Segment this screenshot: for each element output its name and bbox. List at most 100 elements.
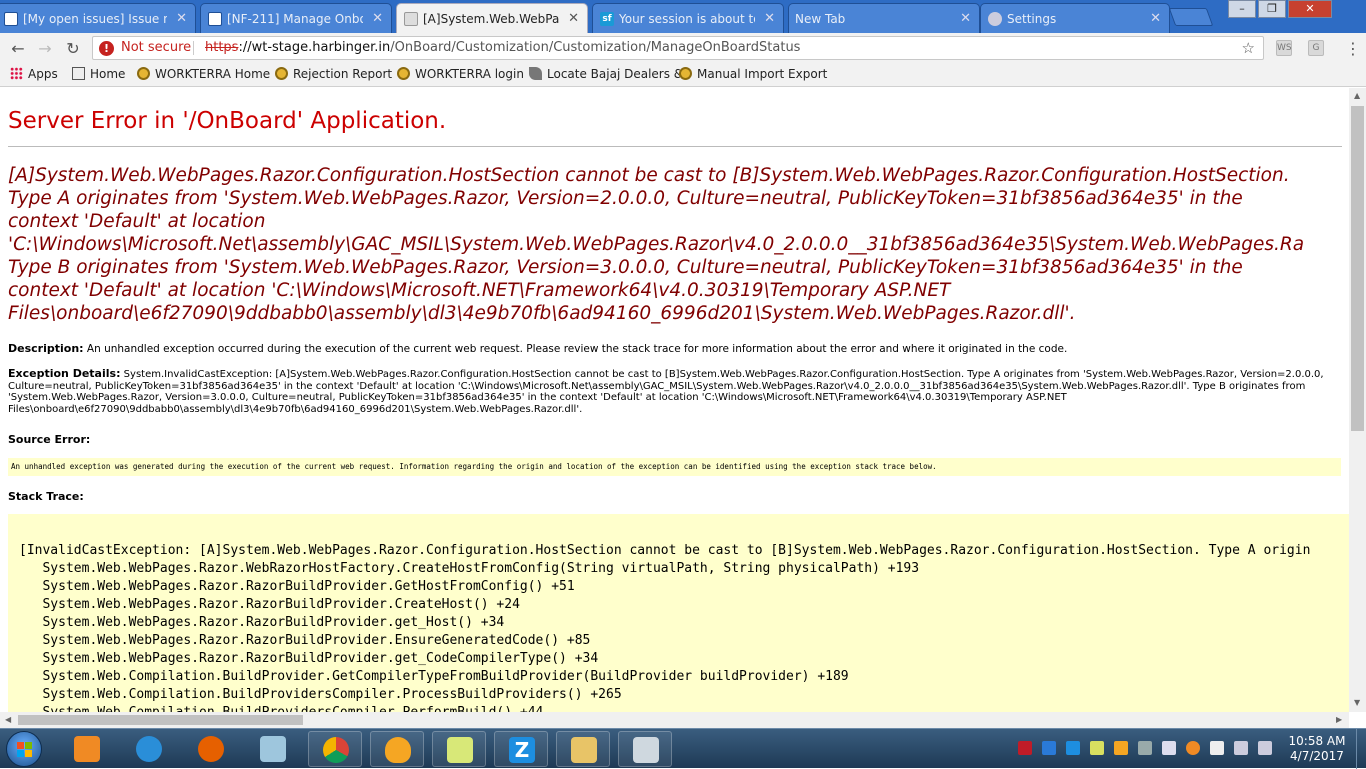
tab-new-tab[interactable]: New Tab ✕ — [788, 3, 980, 33]
tab-title: New Tab — [795, 12, 846, 26]
tab-title: Your session is about to ex — [619, 12, 755, 26]
taskbar-media-player[interactable] — [60, 731, 114, 767]
monitor-tray-icon[interactable] — [1234, 741, 1248, 755]
taskbar-calculator[interactable] — [618, 731, 672, 767]
tab-nf-211[interactable]: [NF-211] Manage Onboar ✕ — [200, 3, 392, 33]
back-button[interactable]: ← — [8, 39, 28, 58]
bookmark-label: Manual Import Export — [697, 67, 828, 81]
bookmark-star-icon[interactable]: ☆ — [1242, 37, 1255, 59]
bookmark-manual-import-export[interactable]: Manual Import Export — [679, 67, 827, 81]
app-icon — [385, 737, 411, 763]
new-tab-button[interactable] — [1168, 8, 1214, 26]
scroll-up-icon[interactable]: ▲ — [1354, 91, 1360, 100]
bookmark-workterra-login[interactable]: WORKTERRA login — [397, 67, 524, 81]
tab-close-icon[interactable]: ✕ — [1150, 11, 1161, 26]
reload-button[interactable]: ↻ — [63, 39, 83, 58]
maximize-button[interactable]: ❐ — [1258, 0, 1286, 18]
taskbar-app[interactable] — [370, 731, 424, 767]
app-tray-icon[interactable] — [1114, 741, 1128, 755]
tab-close-icon[interactable]: ✕ — [176, 11, 187, 26]
tab-title: [My open issues] Issue na — [23, 12, 167, 26]
scroll-left-icon[interactable]: ◀ — [5, 715, 11, 724]
stack-line: System.Web.WebPages.Razor.RazorBuildProv… — [19, 597, 520, 612]
window-close-button[interactable]: ✕ — [1288, 0, 1332, 18]
windows-logo-icon — [17, 750, 24, 757]
clock-date: 4/7/2017 — [1290, 749, 1344, 763]
show-desktop-button[interactable] — [1356, 729, 1366, 769]
tab-close-icon[interactable]: ✕ — [764, 11, 775, 26]
bookmark-label: Apps — [28, 67, 58, 81]
workterra-icon — [275, 67, 288, 80]
error-line: Type A originates from 'System.Web.WebPa… — [8, 188, 1243, 209]
exception-label: Exception Details: — [8, 367, 121, 380]
address-bar[interactable]: ! Not secure https://wt-stage.harbinger.… — [92, 36, 1264, 60]
shield-tray-icon[interactable] — [1042, 741, 1056, 755]
windows-logo-icon — [25, 742, 32, 749]
source-error-box: An unhandled exception was generated dur… — [8, 458, 1341, 476]
taskbar-z-app[interactable]: Z — [494, 731, 548, 767]
stack-trace-label: Stack Trace: — [8, 490, 84, 503]
system-clock[interactable]: 10:58 AM 4/7/2017 — [1288, 734, 1346, 764]
scroll-right-icon[interactable]: ▶ — [1336, 715, 1342, 724]
bookmark-workterra-home[interactable]: WORKTERRA Home — [137, 67, 270, 81]
folder-notes-icon — [447, 737, 473, 763]
bookmark-label: Locate Bajaj Dealers & — [547, 67, 684, 81]
extension-g-icon[interactable]: G — [1308, 40, 1324, 56]
minimize-button[interactable]: – — [1228, 0, 1256, 18]
divider — [193, 41, 194, 55]
tab-close-icon[interactable]: ✕ — [568, 11, 579, 26]
warning-icon[interactable]: ! — [99, 41, 114, 56]
taskbar-folder-notes[interactable] — [432, 731, 486, 767]
menu-icon[interactable]: ⋮ — [1345, 39, 1361, 58]
tab-settings[interactable]: Settings ✕ — [980, 3, 1170, 33]
vertical-scrollbar[interactable]: ▲ ▼ — [1349, 88, 1366, 712]
start-button[interactable] — [6, 731, 42, 767]
bookmark-label: Home — [90, 67, 126, 81]
page-icon — [72, 67, 85, 80]
taskbar-file-explorer[interactable] — [556, 731, 610, 767]
tab-title: [NF-211] Manage Onboar — [227, 12, 363, 26]
page-icon — [404, 12, 418, 26]
notes-tray-icon[interactable] — [1090, 741, 1104, 755]
taskbar-internet-explorer[interactable] — [122, 731, 176, 767]
bookmark-bajaj-dealers[interactable]: Locate Bajaj Dealers & — [529, 67, 683, 81]
bookmark-label: WORKTERRA login — [415, 67, 524, 81]
taskbar-notepad[interactable] — [246, 731, 300, 767]
horizontal-scroll-thumb[interactable] — [18, 715, 303, 725]
tab-close-icon[interactable]: ✕ — [372, 11, 383, 26]
forward-button[interactable]: → — [35, 39, 55, 58]
settings-tray-icon[interactable] — [1138, 741, 1152, 755]
vertical-scroll-thumb[interactable] — [1351, 106, 1364, 431]
jira-icon — [208, 12, 222, 26]
taskbar-chrome[interactable] — [308, 731, 362, 767]
bookmark-rejection-report[interactable]: Rejection Report — [275, 67, 392, 81]
z-tray-icon[interactable] — [1066, 741, 1080, 755]
tab-session-expiry[interactable]: sf Your session is about to ex ✕ — [592, 3, 784, 33]
bookmark-apps[interactable]: Apps — [10, 67, 58, 81]
bookmarks-bar: Apps Home WORKTERRA Home Rejection Repor… — [0, 63, 1366, 87]
taskbar: Z 10:58 AM 4/7/2017 — [0, 728, 1366, 769]
tab-server-error[interactable]: [A]System.Web.WebPages ✕ — [396, 3, 588, 33]
network-tray-icon[interactable] — [1162, 741, 1176, 755]
volume-tray-icon[interactable] — [1258, 741, 1272, 755]
stack-line: [InvalidCastException: [A]System.Web.Web… — [19, 543, 1311, 558]
stack-line: System.Web.Compilation.BuildProvidersCom… — [19, 704, 1349, 712]
mcafee-tray-icon[interactable] — [1018, 741, 1032, 755]
error-line: 'C:\Windows\Microsoft.Net\assembly\GAC_M… — [8, 234, 1305, 255]
extension-ws-icon[interactable]: WS — [1276, 40, 1292, 56]
url-path: /OnBoard/Customization/Customization/Man… — [390, 40, 801, 55]
flame-tray-icon[interactable] — [1186, 741, 1200, 755]
url-scheme: https — [205, 40, 239, 55]
bajaj-icon — [529, 67, 542, 80]
scroll-down-icon[interactable]: ▼ — [1354, 698, 1360, 707]
tab-my-open-issues[interactable]: [My open issues] Issue na ✕ — [0, 3, 196, 33]
taskbar-firefox[interactable] — [184, 731, 238, 767]
flag-tray-icon[interactable] — [1210, 741, 1224, 755]
security-indicator[interactable]: Not secure — [121, 37, 191, 59]
tab-close-icon[interactable]: ✕ — [960, 11, 971, 26]
bookmark-home[interactable]: Home — [72, 67, 125, 81]
url-text[interactable]: https://wt-stage.harbinger.in/OnBoard/Cu… — [205, 37, 800, 59]
chrome-icon — [323, 737, 349, 763]
tab-strip: [My open issues] Issue na ✕ [NF-211] Man… — [0, 0, 1366, 33]
horizontal-scrollbar[interactable]: ◀ ▶ — [0, 712, 1349, 728]
